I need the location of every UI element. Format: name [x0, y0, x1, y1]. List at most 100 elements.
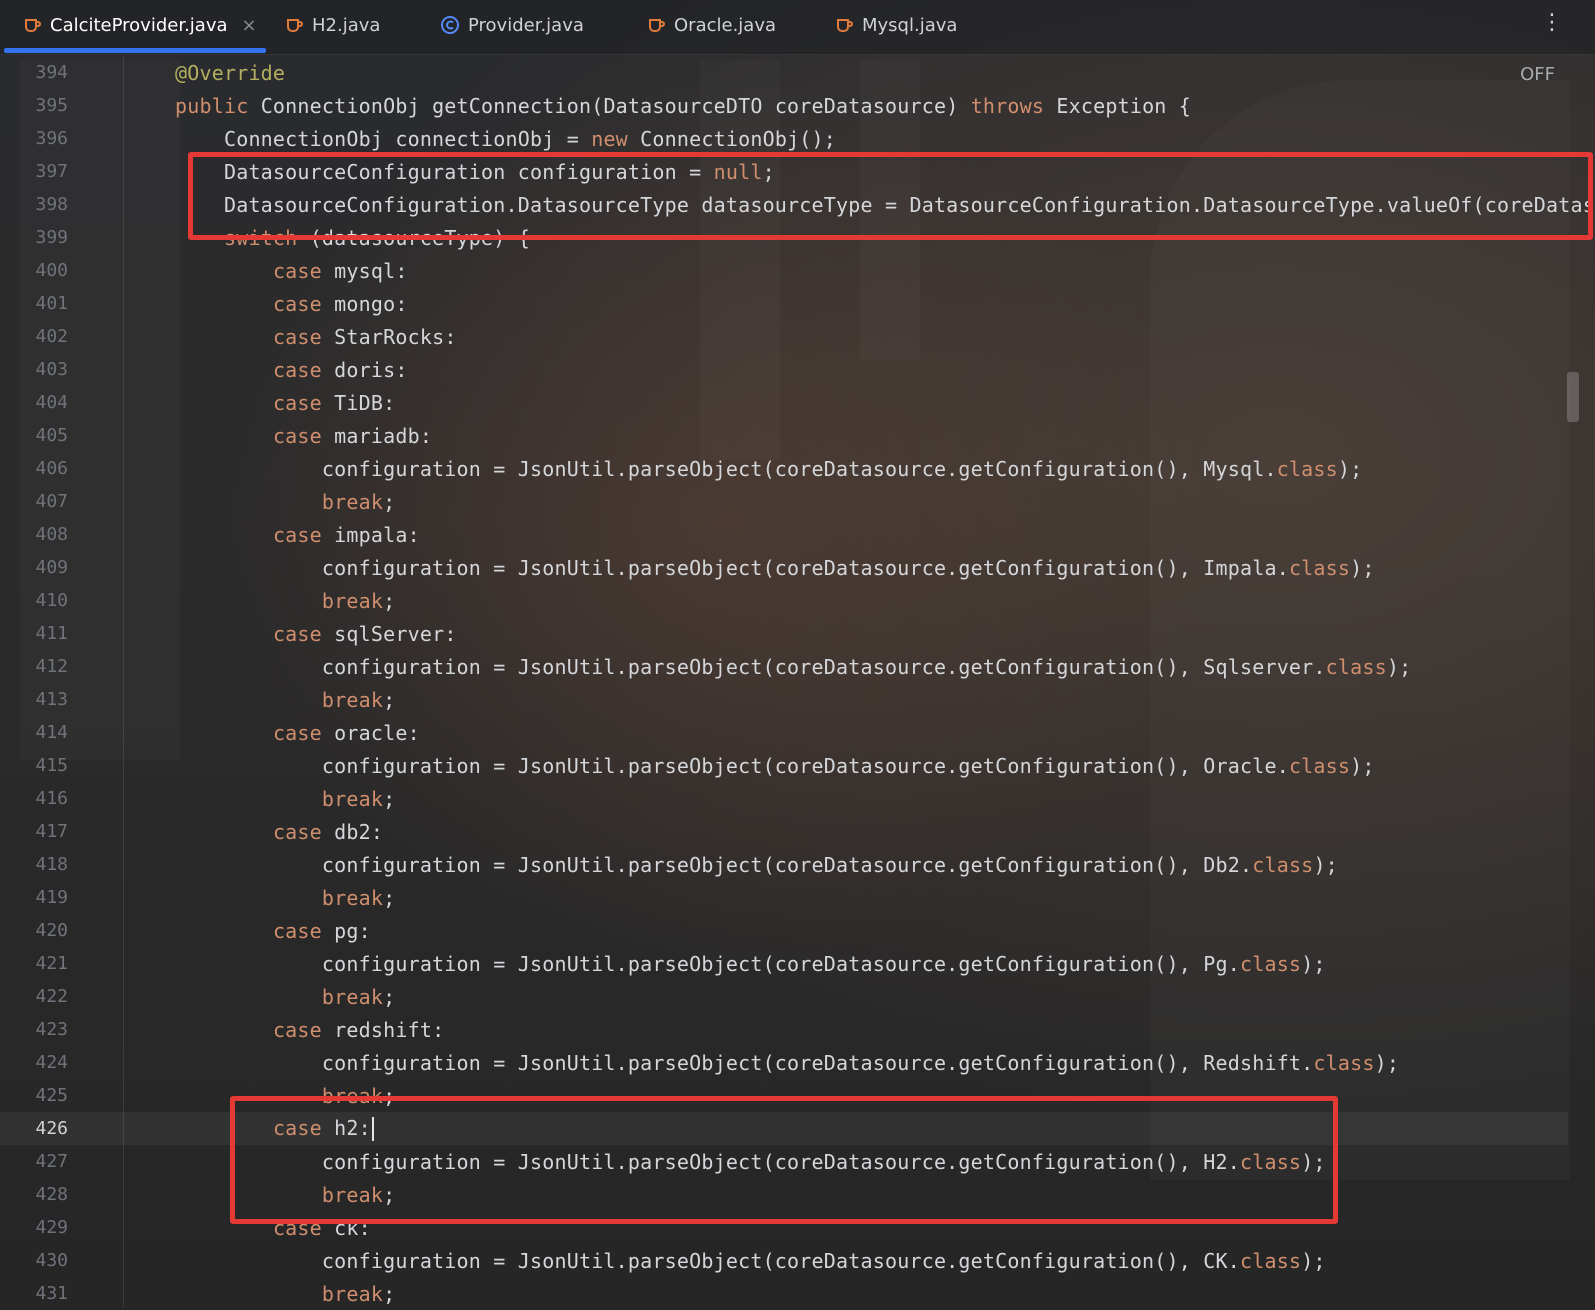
code-text: public ConnectionObj getConnection(Datas…: [175, 93, 1192, 118]
code-text: case mongo:: [272, 291, 408, 316]
code-text: break;: [321, 984, 396, 1009]
line-number: 395: [35, 95, 68, 116]
code-line[interactable]: 428 break;: [0, 1178, 1568, 1211]
code-line[interactable]: 419 break;: [0, 881, 1568, 914]
code-text: case doris:: [272, 357, 408, 382]
java-file-icon: [22, 15, 42, 35]
code-text: case h2:: [175, 1116, 374, 1142]
more-options-icon[interactable]: ⋮: [1541, 10, 1563, 35]
code-text: case impala:: [272, 522, 420, 547]
code-line[interactable]: 426 case h2:: [0, 1112, 1568, 1145]
code-text: configuration = JsonUtil.parseObject(cor…: [175, 555, 1375, 580]
line-number: 417: [35, 821, 68, 842]
code-line[interactable]: 401 case mongo:: [0, 287, 1568, 320]
code-line[interactable]: 417 case db2:: [0, 815, 1568, 848]
code-line[interactable]: 394 @Override: [0, 56, 1568, 89]
vertical-scrollbar[interactable]: [1567, 372, 1579, 422]
line-number: 418: [35, 854, 68, 875]
inspection-toggle[interactable]: OFF: [1520, 64, 1555, 85]
code-line[interactable]: 416 break;: [0, 782, 1568, 815]
tab-calciteprovider[interactable]: CalciteProvider.java ×: [22, 0, 257, 50]
code-line[interactable]: 405 case mariadb:: [0, 419, 1568, 452]
code-text: break;: [321, 588, 396, 613]
line-number: 398: [35, 194, 68, 215]
code-line[interactable]: 402 case StarRocks:: [0, 320, 1568, 353]
code-line[interactable]: 404 case TiDB:: [0, 386, 1568, 419]
code-line[interactable]: 414 case oracle:: [0, 716, 1568, 749]
code-line[interactable]: 420 case pg:: [0, 914, 1568, 947]
code-line[interactable]: 413 break;: [0, 683, 1568, 716]
java-class-icon: [440, 15, 460, 35]
code-text: @Override: [175, 60, 286, 85]
code-line[interactable]: 431 break;: [0, 1277, 1568, 1310]
line-number: 423: [35, 1019, 68, 1040]
code-text: case mariadb:: [272, 423, 433, 448]
code-line[interactable]: 395 public ConnectionObj getConnection(Da…: [0, 89, 1568, 122]
code-line[interactable]: 412 configuration = JsonUtil.parseObject…: [0, 650, 1568, 683]
code-text: switch (datasourceType) {: [223, 225, 531, 250]
code-line[interactable]: 398 DatasourceConfiguration.DatasourceTy…: [0, 188, 1595, 221]
java-file-icon: [834, 15, 854, 35]
code-line[interactable]: 418 configuration = JsonUtil.parseObject…: [0, 848, 1568, 881]
code-line[interactable]: 421 configuration = JsonUtil.parseObject…: [0, 947, 1568, 980]
code-text: case TiDB:: [272, 390, 396, 415]
line-number: 404: [35, 392, 68, 413]
editor-tab-bar: CalciteProvider.java × H2.java Provider.…: [0, 0, 1595, 55]
line-number: 425: [35, 1085, 68, 1106]
code-text: break;: [321, 489, 396, 514]
code-text: configuration = JsonUtil.parseObject(cor…: [175, 753, 1375, 778]
code-line[interactable]: 423 case redshift:: [0, 1013, 1568, 1046]
code-editor[interactable]: 394 @Override 395 public ConnectionObj getC…: [0, 56, 1595, 1308]
code-line[interactable]: 406 configuration = JsonUtil.parseObject…: [0, 452, 1568, 485]
code-line[interactable]: 429 case ck:: [0, 1211, 1568, 1244]
code-line[interactable]: 403 case doris:: [0, 353, 1568, 386]
code-text: break;: [321, 885, 396, 910]
code-line[interactable]: 411 case sqlServer:: [0, 617, 1568, 650]
line-number: 403: [35, 359, 68, 380]
code-text: DatasourceConfiguration.DatasourceType d…: [175, 192, 1595, 217]
line-number: 421: [35, 953, 68, 974]
line-number: 431: [35, 1283, 68, 1304]
line-number: 430: [35, 1250, 68, 1271]
code-line[interactable]: 399 switch (datasourceType) {: [0, 221, 1568, 254]
code-text: configuration = JsonUtil.parseObject(cor…: [175, 1050, 1400, 1075]
line-number: 426: [35, 1118, 68, 1139]
line-number: 407: [35, 491, 68, 512]
code-text: configuration = JsonUtil.parseObject(cor…: [175, 951, 1326, 976]
code-line[interactable]: 424 configuration = JsonUtil.parseObject…: [0, 1046, 1568, 1079]
tab-mysql[interactable]: Mysql.java: [834, 0, 957, 50]
line-number: 416: [35, 788, 68, 809]
code-line[interactable]: 396 ConnectionObj connectionObj = new Co…: [0, 122, 1568, 155]
line-number: 415: [35, 755, 68, 776]
code-line[interactable]: 425 break;: [0, 1079, 1568, 1112]
code-text: break;: [321, 1083, 396, 1108]
line-number: 406: [35, 458, 68, 479]
code-text: case sqlServer:: [272, 621, 457, 646]
line-number: 397: [35, 161, 68, 182]
code-line[interactable]: 409 configuration = JsonUtil.parseObject…: [0, 551, 1568, 584]
active-tab-indicator: [4, 48, 266, 53]
code-line[interactable]: 422 break;: [0, 980, 1568, 1013]
code-text: configuration = JsonUtil.parseObject(cor…: [175, 1248, 1326, 1273]
line-number: 405: [35, 425, 68, 446]
line-number: 409: [35, 557, 68, 578]
code-line[interactable]: 415 configuration = JsonUtil.parseObject…: [0, 749, 1568, 782]
close-icon[interactable]: ×: [242, 15, 257, 36]
line-number: 419: [35, 887, 68, 908]
line-number: 414: [35, 722, 68, 743]
code-line[interactable]: 410 break;: [0, 584, 1568, 617]
tab-oracle[interactable]: Oracle.java: [646, 0, 776, 50]
code-line[interactable]: 407 break;: [0, 485, 1568, 518]
tab-h2[interactable]: H2.java: [284, 0, 380, 50]
code-line[interactable]: 400 case mysql:: [0, 254, 1568, 287]
tab-provider[interactable]: Provider.java: [440, 0, 584, 50]
code-line[interactable]: 397 DatasourceConfiguration configuratio…: [0, 155, 1568, 188]
code-line[interactable]: 430 configuration = JsonUtil.parseObject…: [0, 1244, 1568, 1277]
line-number: 428: [35, 1184, 68, 1205]
code-line[interactable]: 427 configuration = JsonUtil.parseObject…: [0, 1145, 1568, 1178]
line-number: 420: [35, 920, 68, 941]
code-line[interactable]: 408 case impala:: [0, 518, 1568, 551]
tab-label: Oracle.java: [674, 14, 777, 36]
code-text: case oracle:: [272, 720, 420, 745]
line-number: 429: [35, 1217, 68, 1238]
